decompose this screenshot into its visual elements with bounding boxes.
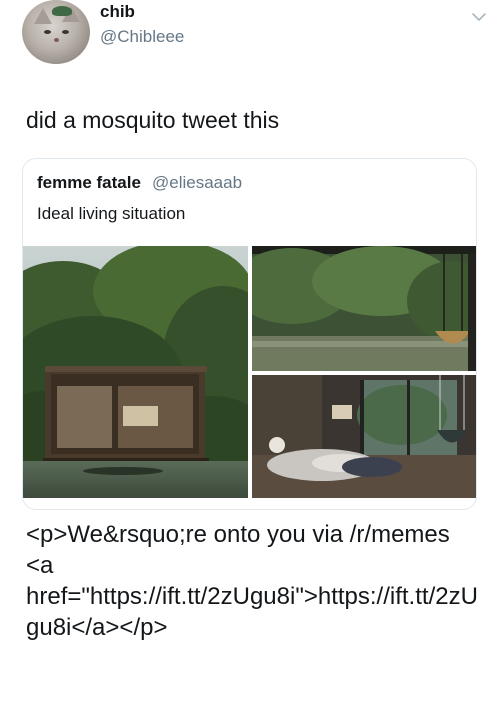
- avatar[interactable]: [22, 0, 90, 64]
- author-display-name[interactable]: chib: [100, 2, 135, 22]
- tweet-card: chib @Chibleee did a mosquito tweet this…: [0, 0, 500, 510]
- cat-ear-left: [34, 8, 52, 24]
- jungle-river-swing-photo[interactable]: [252, 246, 476, 371]
- author-handle[interactable]: @Chibleee: [100, 27, 184, 47]
- cat-eye-left: [44, 30, 51, 34]
- quoted-tweet-text: Ideal living situation: [37, 204, 186, 223]
- quoted-author-handle[interactable]: @eliesaaab: [152, 173, 242, 193]
- tweet-text: did a mosquito tweet this: [26, 107, 280, 133]
- quoted-tweet[interactable]: femme fatale @eliesaaab Ideal living sit…: [22, 158, 477, 510]
- post-caption: <p>We&rsquo;re onto you via /r/memes <a …: [26, 521, 478, 641]
- cabin-bedroom-interior-photo[interactable]: [252, 375, 476, 498]
- quoted-media-grid: [23, 246, 476, 509]
- cat-nose: [54, 38, 59, 42]
- jungle-cabin-exterior-photo[interactable]: [23, 246, 248, 498]
- quoted-author-name[interactable]: femme fatale: [37, 173, 141, 193]
- cat-eye-right: [62, 30, 69, 34]
- chevron-down-icon[interactable]: [470, 8, 488, 26]
- cat-hat: [52, 6, 72, 16]
